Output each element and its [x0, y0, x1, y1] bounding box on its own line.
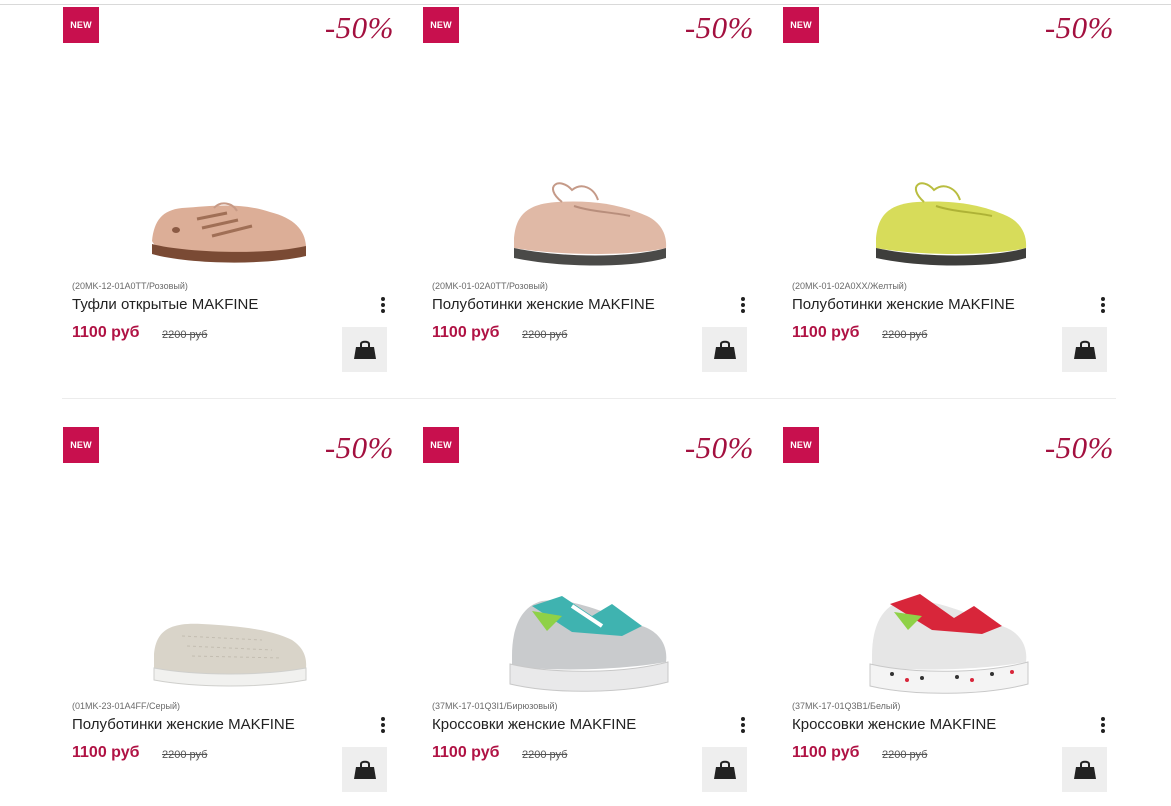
new-badge: NEW	[783, 427, 819, 463]
slip-on-grey-image	[153, 623, 307, 687]
product-title[interactable]: Полуботинки женские MAKFINE	[432, 296, 655, 313]
old-price: 2200 руб	[162, 329, 208, 341]
discount-label: -50%	[684, 10, 754, 45]
product-image[interactable]	[142, 16, 322, 281]
old-price: 2200 руб	[882, 749, 928, 761]
product-title[interactable]: Кроссовки женские MAKFINE	[792, 716, 996, 733]
product-price: 1100 руб	[792, 744, 860, 761]
add-to-cart-button[interactable]	[1062, 747, 1107, 792]
old-price: 2200 руб	[162, 749, 208, 761]
old-price: 2200 руб	[522, 749, 568, 761]
more-vertical-icon[interactable]	[736, 294, 750, 316]
add-to-cart-button[interactable]	[702, 747, 747, 792]
product-title[interactable]: Туфли открытые MAKFINE	[72, 296, 258, 313]
add-to-cart-button[interactable]	[702, 327, 747, 372]
discount-label: -50%	[324, 430, 394, 465]
product-card[interactable]: NEW -50% (37MK-17-01Q3B1/Белый) Кроссовк…	[782, 426, 1122, 806]
product-card[interactable]: NEW -50% (20MK-12-01A0TT/Розовый) Туфли …	[62, 6, 402, 386]
more-vertical-icon[interactable]	[1096, 294, 1110, 316]
product-sku: (37MK-17-01Q3I1/Бирюзовый)	[432, 701, 558, 711]
moccasin-yellow-image	[876, 182, 1027, 266]
new-badge: NEW	[63, 427, 99, 463]
discount-label: -50%	[324, 10, 394, 45]
product-sku: (20MK-12-01A0TT/Розовый)	[72, 281, 188, 291]
product-image[interactable]	[502, 16, 682, 281]
product-sku: (37MK-17-01Q3B1/Белый)	[792, 701, 901, 711]
product-card[interactable]: NEW -50% (37MK-17-01Q3I1/Бирюзовый) Крос…	[422, 426, 762, 806]
shopping-bag-icon	[353, 340, 376, 359]
old-price: 2200 руб	[522, 329, 568, 341]
sneaker-white-image	[869, 594, 1029, 694]
product-title[interactable]: Полуботинки женские MAKFINE	[72, 716, 295, 733]
moccasin-pink-image	[514, 182, 667, 266]
more-vertical-icon[interactable]	[736, 714, 750, 736]
new-badge: NEW	[783, 7, 819, 43]
product-sku: (20MK-01-02A0TT/Розовый)	[432, 281, 548, 291]
product-grid: NEW -50% (20MK-12-01A0TT/Розовый) Туфли …	[0, 0, 1171, 799]
product-price: 1100 руб	[432, 744, 500, 761]
product-title[interactable]: Кроссовки женские MAKFINE	[432, 716, 636, 733]
product-image[interactable]	[862, 16, 1042, 281]
product-image[interactable]	[862, 436, 1042, 701]
product-price: 1100 руб	[72, 324, 140, 341]
more-vertical-icon[interactable]	[376, 294, 390, 316]
more-vertical-icon[interactable]	[1096, 714, 1110, 736]
shopping-bag-icon	[713, 760, 736, 779]
shopping-bag-icon	[1073, 340, 1096, 359]
new-badge: NEW	[63, 7, 99, 43]
product-card[interactable]: NEW -50% (20MK-01-02A0TT/Розовый) Полубо…	[422, 6, 762, 386]
more-vertical-icon[interactable]	[376, 714, 390, 736]
discount-label: -50%	[1044, 430, 1114, 465]
shopping-bag-icon	[713, 340, 736, 359]
discount-label: -50%	[1044, 10, 1114, 45]
discount-label: -50%	[684, 430, 754, 465]
new-badge: NEW	[423, 7, 459, 43]
old-price: 2200 руб	[882, 329, 928, 341]
add-to-cart-button[interactable]	[342, 747, 387, 792]
add-to-cart-button[interactable]	[1062, 327, 1107, 372]
product-sku: (20MK-01-02A0XX/Желтый)	[792, 281, 907, 291]
product-price: 1100 руб	[432, 324, 500, 341]
sneaker-turquoise-image	[509, 596, 669, 692]
product-sku: (01MK-23-01A4FF/Серый)	[72, 701, 181, 711]
product-price: 1100 руб	[792, 324, 860, 341]
new-badge: NEW	[423, 427, 459, 463]
product-price: 1100 руб	[72, 744, 140, 761]
product-card[interactable]: NEW -50% (01MK-23-01A4FF/Серый) Полуботи…	[62, 426, 402, 806]
add-to-cart-button[interactable]	[342, 327, 387, 372]
shopping-bag-icon	[353, 760, 376, 779]
product-image[interactable]	[502, 436, 682, 701]
shopping-bag-icon	[1073, 760, 1096, 779]
product-title[interactable]: Полуботинки женские MAKFINE	[792, 296, 1015, 313]
open-shoe-pink-image	[152, 202, 306, 263]
product-card[interactable]: NEW -50% (20MK-01-02A0XX/Желтый) Полубот…	[782, 6, 1122, 386]
product-image[interactable]	[142, 436, 322, 701]
